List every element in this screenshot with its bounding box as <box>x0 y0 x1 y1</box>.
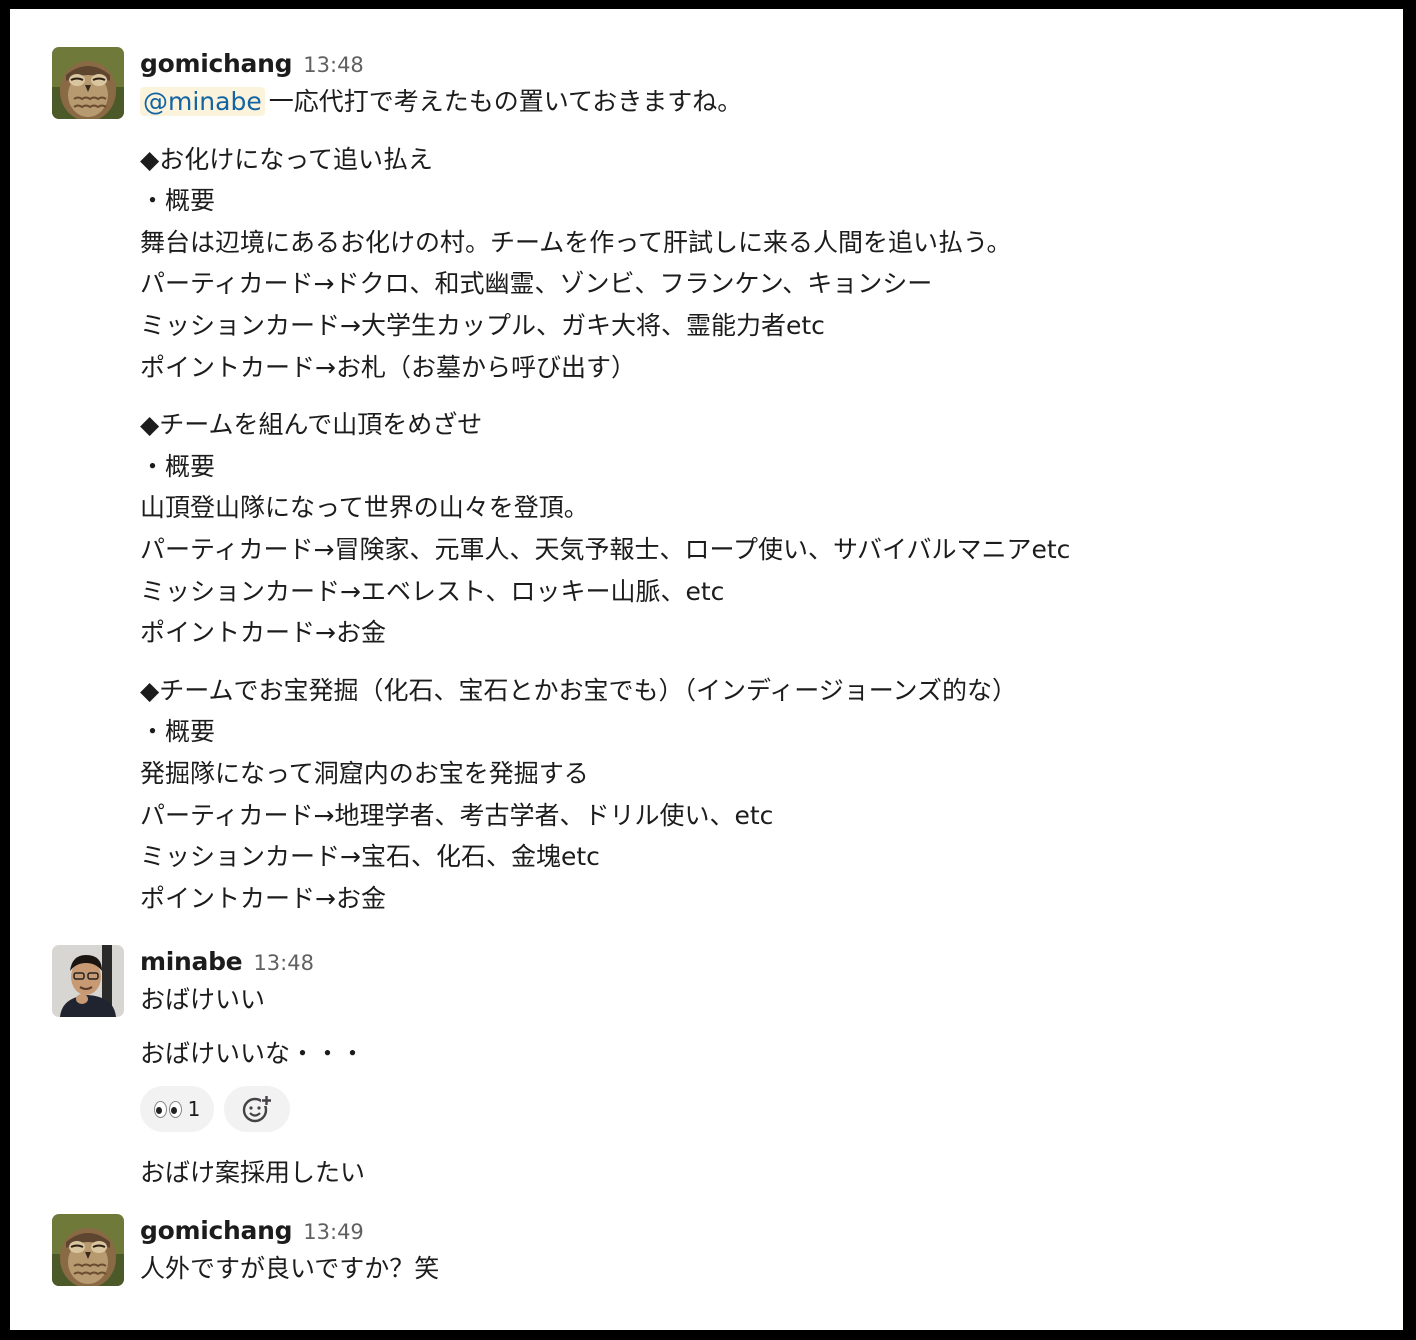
section-line: パーティカード→ドクロ、和式幽霊、ゾンビ、フランケン、キョンシー <box>140 269 933 299</box>
message-text: 人外ですが良いですか？笑 <box>140 1254 440 1283</box>
section-line: ポイントカード→お金 <box>140 618 386 648</box>
section-line: 山頂登山隊になって世界の山々を登頂。 <box>140 493 589 523</box>
section-line: ・概要 <box>140 451 216 481</box>
timestamp[interactable]: 13:49 <box>303 1220 364 1244</box>
message-header: gomichang 13:49 <box>140 1214 1370 1248</box>
user-mention[interactable]: @minabe <box>140 87 265 116</box>
section-line: ・概要 <box>140 717 216 747</box>
owl-avatar[interactable] <box>52 1214 124 1286</box>
section-line: ◆チームを組んで山頂をめざせ <box>140 410 483 440</box>
section-treasure: ◆チームでお宝発掘（化石、宝石とかお宝でも）（インディージョーンズ的な） ・概要… <box>140 670 1370 920</box>
section-line: ミッションカード→大学生カップル、ガキ大将、霊能力者etc <box>140 310 825 340</box>
add-reaction-icon <box>242 1095 272 1123</box>
section-line: パーティカード→冒険家、元軍人、天気予報士、ロープ使い、サバイバルマニアetc <box>140 534 1071 564</box>
author-name[interactable]: gomichang <box>140 1216 292 1245</box>
reaction-count: 1 <box>187 1097 201 1122</box>
person-avatar[interactable] <box>52 945 124 1017</box>
section-line: ポイントカード→お札（お墓から呼び出す） <box>140 352 636 382</box>
section-line: パーティカード→地理学者、考古学者、ドリル使い、etc <box>140 800 774 830</box>
message-header: gomichang 13:48 <box>140 47 1370 81</box>
section-line: ◆チームでお宝発掘（化石、宝石とかお宝でも）（インディージョーンズ的な） <box>140 675 1017 705</box>
author-name[interactable]: minabe <box>140 947 243 976</box>
section-mountain: ◆チームを組んで山頂をめざせ ・概要 山頂登山隊になって世界の山々を登頂。 パー… <box>140 404 1370 654</box>
section-line: ミッションカード→宝石、化石、金塊etc <box>140 842 600 872</box>
add-reaction-button[interactable] <box>224 1086 290 1133</box>
eyes-icon <box>153 1100 182 1118</box>
section-line: 舞台は辺境にあるお化けの村。チームを作って肝試しに来る人間を追い払う。 <box>140 227 1012 257</box>
owl-avatar[interactable] <box>52 47 124 119</box>
section-line: ミッションカード→エベレスト、ロッキー山脈、etc <box>140 576 725 606</box>
message-pane: gomichang 13:48 @minabe 一応代打で考えたもの置いておきます… <box>10 9 1403 1330</box>
message-text: @minabe 一応代打で考えたもの置いておきますね。 <box>140 81 1370 123</box>
message-header: minabe 13:48 <box>140 945 1370 979</box>
message-text: おばけいい <box>140 985 266 1014</box>
reaction-eyes[interactable]: 1 <box>140 1086 214 1133</box>
message-text: おばけいいな・・・ <box>140 1038 366 1068</box>
message-text: おばけ案採用したい <box>140 1158 366 1188</box>
section-line: ◆お化けになって追い払え <box>140 144 433 174</box>
section-line: 発掘隊になって洞窟内のお宝を発掘する <box>140 758 589 788</box>
timestamp[interactable]: 13:48 <box>253 951 314 975</box>
section-line: ポイントカード→お金 <box>140 883 386 913</box>
section-line: ・概要 <box>140 186 216 216</box>
reaction-bar: 1 <box>140 1086 1370 1134</box>
message-text-body: 一応代打で考えたもの置いておきますね。 <box>268 87 743 116</box>
timestamp[interactable]: 13:48 <box>303 53 364 77</box>
author-name[interactable]: gomichang <box>140 49 292 78</box>
section-ghost: ◆お化けになって追い払え ・概要 舞台は辺境にあるお化けの村。チームを作って肝試… <box>140 139 1370 389</box>
